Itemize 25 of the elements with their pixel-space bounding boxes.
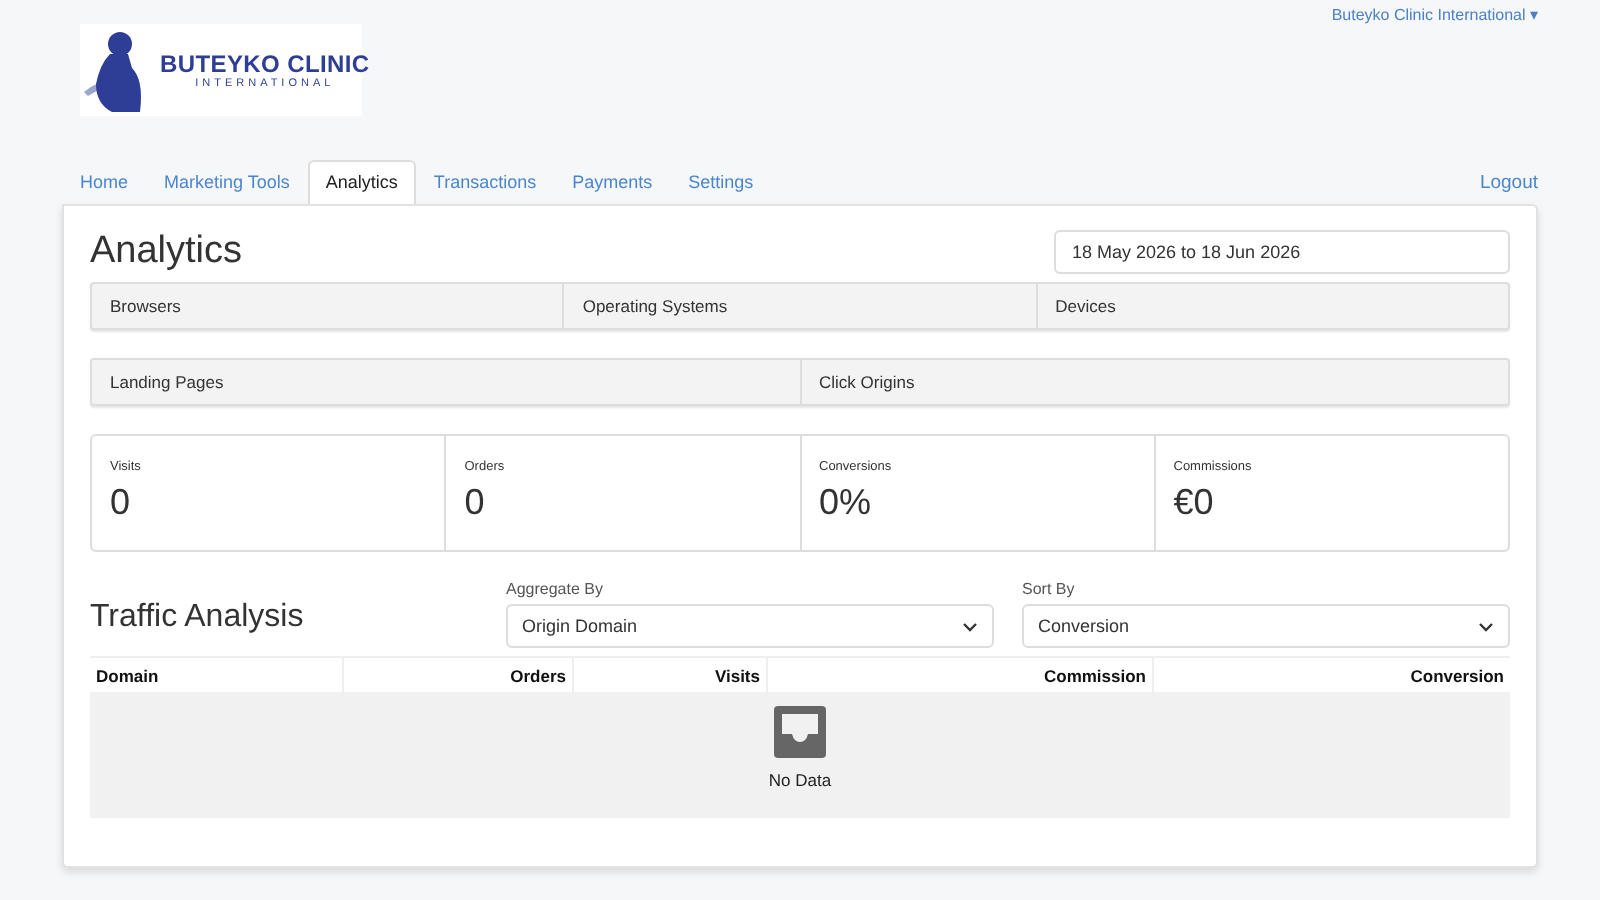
inbox-icon (772, 704, 828, 760)
page-title: Analytics (90, 230, 243, 274)
select-label: Aggregate By (506, 580, 603, 598)
date-range-field[interactable]: 18 May 2026 to 18 Jun 2026 (1054, 230, 1510, 274)
dropdown[interactable]: Origin Domain (506, 604, 994, 648)
chevron-down-icon (1478, 621, 1494, 631)
section-title: Traffic Analysis (90, 600, 306, 638)
breakdown-tab[interactable]: Operating Systems (562, 284, 1036, 328)
empty-message: No Data (768, 770, 832, 790)
account-menu[interactable]: Buteyko Clinic International ▾ (1331, 6, 1538, 26)
breakdown-tab[interactable]: Landing Pages (92, 360, 799, 404)
breakdown-tab[interactable]: Devices (1035, 284, 1508, 328)
nav-tab[interactable]: Analytics (307, 160, 416, 204)
stat-value: 0 (110, 482, 131, 524)
stat-value: €0 (1173, 482, 1214, 524)
stat-value: 0% (819, 482, 872, 524)
breakdown-tab[interactable]: Click Origins (799, 360, 1508, 404)
dropdown[interactable]: Conversion (1022, 604, 1510, 648)
breakdown-tab[interactable]: Browsers (92, 284, 563, 328)
select-label: Sort By (1022, 580, 1075, 598)
stat-value: 0 (464, 482, 485, 524)
column-header: Domain (94, 664, 161, 690)
nav-tab[interactable]: Marketing Tools (146, 160, 308, 204)
chevron-down-icon (962, 621, 978, 631)
logo-name: BUTEYKO CLINIC (160, 50, 370, 78)
